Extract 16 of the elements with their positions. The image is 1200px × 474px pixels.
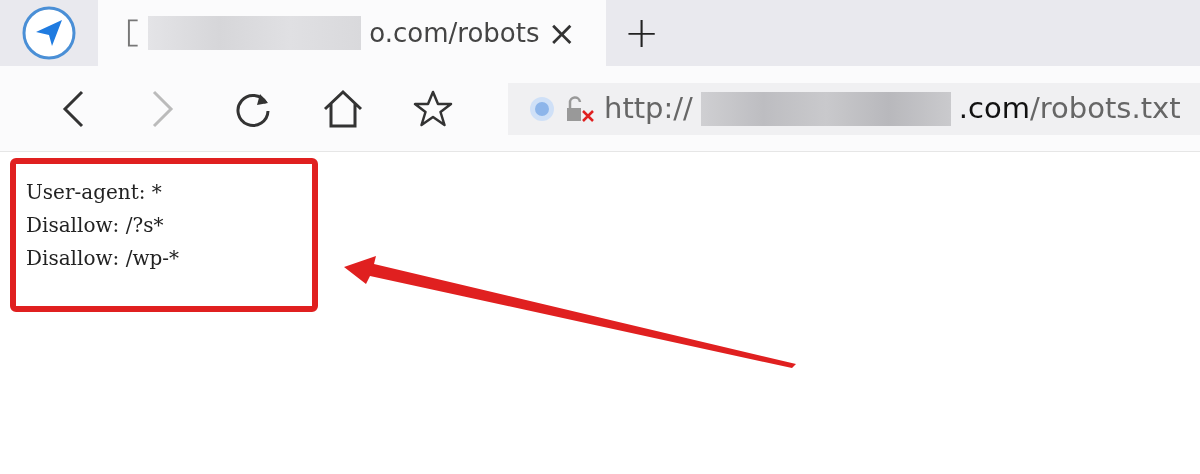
url-host-path: .com/robots.txt xyxy=(958,89,1181,127)
home-icon xyxy=(322,88,364,129)
robots-line: Disallow: /wp-* xyxy=(26,245,181,272)
tab-title: o.com/robots xyxy=(369,16,540,50)
globe-icon xyxy=(528,94,556,123)
browser-tab[interactable]: o.com/robots × xyxy=(98,0,606,66)
new-tab-button[interactable]: + xyxy=(606,12,678,54)
address-bar[interactable]: http:// .com/robots.txt xyxy=(508,82,1200,135)
tab-close-button[interactable]: × xyxy=(547,16,576,50)
forward-icon xyxy=(150,88,176,129)
robots-line: User-agent: * xyxy=(26,179,163,206)
browser-logo-icon[interactable] xyxy=(21,5,77,61)
star-icon xyxy=(412,88,454,129)
robots-line: Disallow: /?s* xyxy=(26,212,165,239)
back-icon xyxy=(60,88,86,129)
url-scheme: http:// xyxy=(604,89,693,127)
